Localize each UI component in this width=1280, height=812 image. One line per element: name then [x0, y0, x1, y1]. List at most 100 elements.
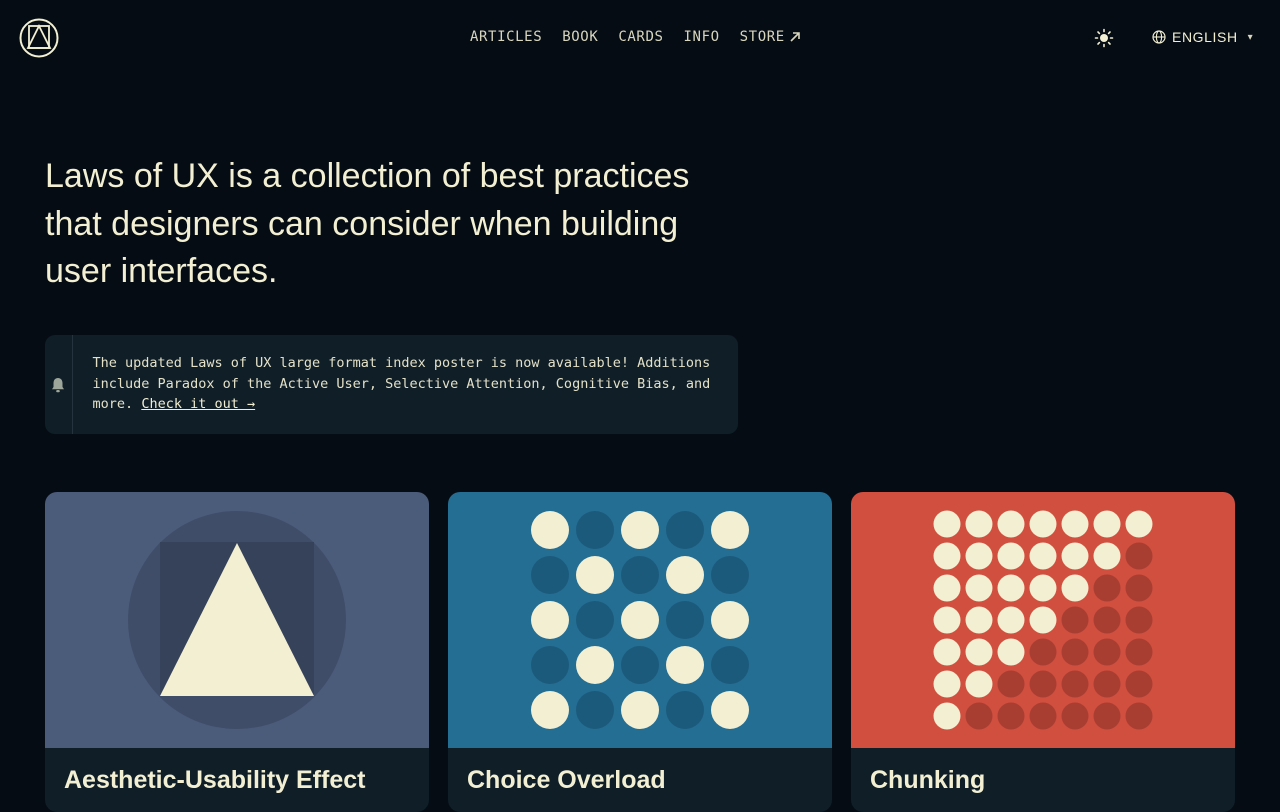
illustration-dot [531, 646, 569, 684]
illustration-dot [1125, 606, 1153, 634]
illustration-dot [576, 556, 614, 594]
illustration-dot [1093, 606, 1121, 634]
card-illustration [851, 492, 1235, 748]
illustration-dot [1029, 638, 1057, 666]
illustration-dot [666, 691, 704, 729]
illustration-dot [666, 556, 704, 594]
illustration-dot [933, 606, 961, 634]
illustration-dot [576, 511, 614, 549]
illustration-dot [531, 691, 569, 729]
illustration-dot [1029, 542, 1057, 570]
nav-articles-label: ARTICLES [470, 29, 543, 45]
illustration-dot [997, 702, 1025, 730]
bell-icon [52, 377, 65, 392]
illustration-dot [1125, 702, 1153, 730]
dot-grid-illustration-icon [531, 511, 749, 729]
illustration-dot [1093, 510, 1121, 538]
illustration-dot [711, 601, 749, 639]
card-aesthetic-usability-effect[interactable]: Aesthetic-Usability Effect [45, 492, 429, 812]
illustration-dot [997, 542, 1025, 570]
nav-info-label: INFO [683, 29, 720, 45]
illustration-dot [1093, 574, 1121, 602]
illustration-dot [965, 574, 993, 602]
illustration-dot [1125, 670, 1153, 698]
illustration-dot [965, 542, 993, 570]
illustration-dot [1029, 574, 1057, 602]
illustration-dot [933, 510, 961, 538]
nav-book[interactable]: BOOK [562, 29, 598, 45]
illustration-dot [1061, 574, 1089, 602]
chevron-down-icon: ▾ [1247, 31, 1253, 43]
triangle-illustration-icon [128, 511, 346, 729]
illustration-dot [933, 638, 961, 666]
globe-icon [1152, 30, 1166, 44]
laws-of-ux-logo-icon[interactable] [19, 18, 59, 58]
illustration-dot [531, 556, 569, 594]
illustration-dot [1093, 670, 1121, 698]
illustration-dot [666, 511, 704, 549]
illustration-dot [1029, 606, 1057, 634]
illustration-dot [997, 606, 1025, 634]
illustration-dot [997, 638, 1025, 666]
nav-book-label: BOOK [562, 29, 599, 45]
illustration-dot [621, 556, 659, 594]
language-label: ENGLISH [1172, 29, 1238, 45]
illustration-dot [621, 511, 659, 549]
illustration-dot [1029, 670, 1057, 698]
nav-info[interactable]: INFO [684, 29, 720, 45]
check-it-out-link[interactable]: Check it out → [141, 396, 255, 412]
nav-cards-label: CARDS [618, 29, 664, 45]
card-choice-overload[interactable]: Choice Overload [448, 492, 832, 812]
illustration-dot [711, 691, 749, 729]
illustration-dot [965, 670, 993, 698]
illustration-dot [1093, 638, 1121, 666]
main-nav: ARTICLES BOOK CARDS INFO STORE [460, 29, 811, 45]
nav-store[interactable]: STORE [740, 29, 801, 45]
illustration-dot [666, 646, 704, 684]
illustration-dot [997, 510, 1025, 538]
nav-articles[interactable]: ARTICLES [470, 29, 542, 45]
illustration-dot [1061, 638, 1089, 666]
illustration-dot [1061, 670, 1089, 698]
hero-heading: Laws of UX is a collection of best pract… [45, 157, 690, 290]
illustration-dot [531, 511, 569, 549]
illustration-dot [933, 574, 961, 602]
illustration-dot [933, 702, 961, 730]
card-illustration [448, 492, 832, 748]
card-title: Chunking [870, 766, 986, 794]
illustration-dot [1029, 510, 1057, 538]
illustration-dot [711, 511, 749, 549]
illustration-dot [711, 646, 749, 684]
sun-icon[interactable] [1094, 28, 1114, 48]
illustration-dot [1125, 574, 1153, 602]
chunk-grid-illustration-icon [933, 510, 1153, 730]
language-selector[interactable]: ENGLISH ▾ [1152, 29, 1253, 45]
illustration-dot [965, 638, 993, 666]
nav-store-label: STORE [739, 29, 785, 45]
illustration-dot [933, 670, 961, 698]
illustration-dot [666, 601, 704, 639]
illustration-dot [1061, 702, 1089, 730]
illustration-dot [576, 646, 614, 684]
illustration-dot [965, 702, 993, 730]
illustration-dot [576, 601, 614, 639]
illustration-dot [621, 646, 659, 684]
illustration-dot [1125, 510, 1153, 538]
card-chunking[interactable]: Chunking [851, 492, 1235, 812]
illustration-dot [1093, 702, 1121, 730]
illustration-dot [997, 574, 1025, 602]
illustration-dot [531, 601, 569, 639]
illustration-dot [1093, 542, 1121, 570]
card-title: Choice Overload [467, 766, 666, 794]
illustration-dot [1061, 510, 1089, 538]
card-title: Aesthetic-Usability Effect [64, 766, 366, 794]
illustration-dot [1125, 638, 1153, 666]
nav-cards[interactable]: CARDS [618, 29, 663, 45]
illustration-dot [997, 670, 1025, 698]
external-link-arrow-icon [790, 32, 800, 42]
illustration-dot [1061, 542, 1089, 570]
card-illustration [45, 492, 429, 748]
illustration-dot [621, 601, 659, 639]
illustration-dot [1061, 606, 1089, 634]
illustration-dot [1125, 542, 1153, 570]
